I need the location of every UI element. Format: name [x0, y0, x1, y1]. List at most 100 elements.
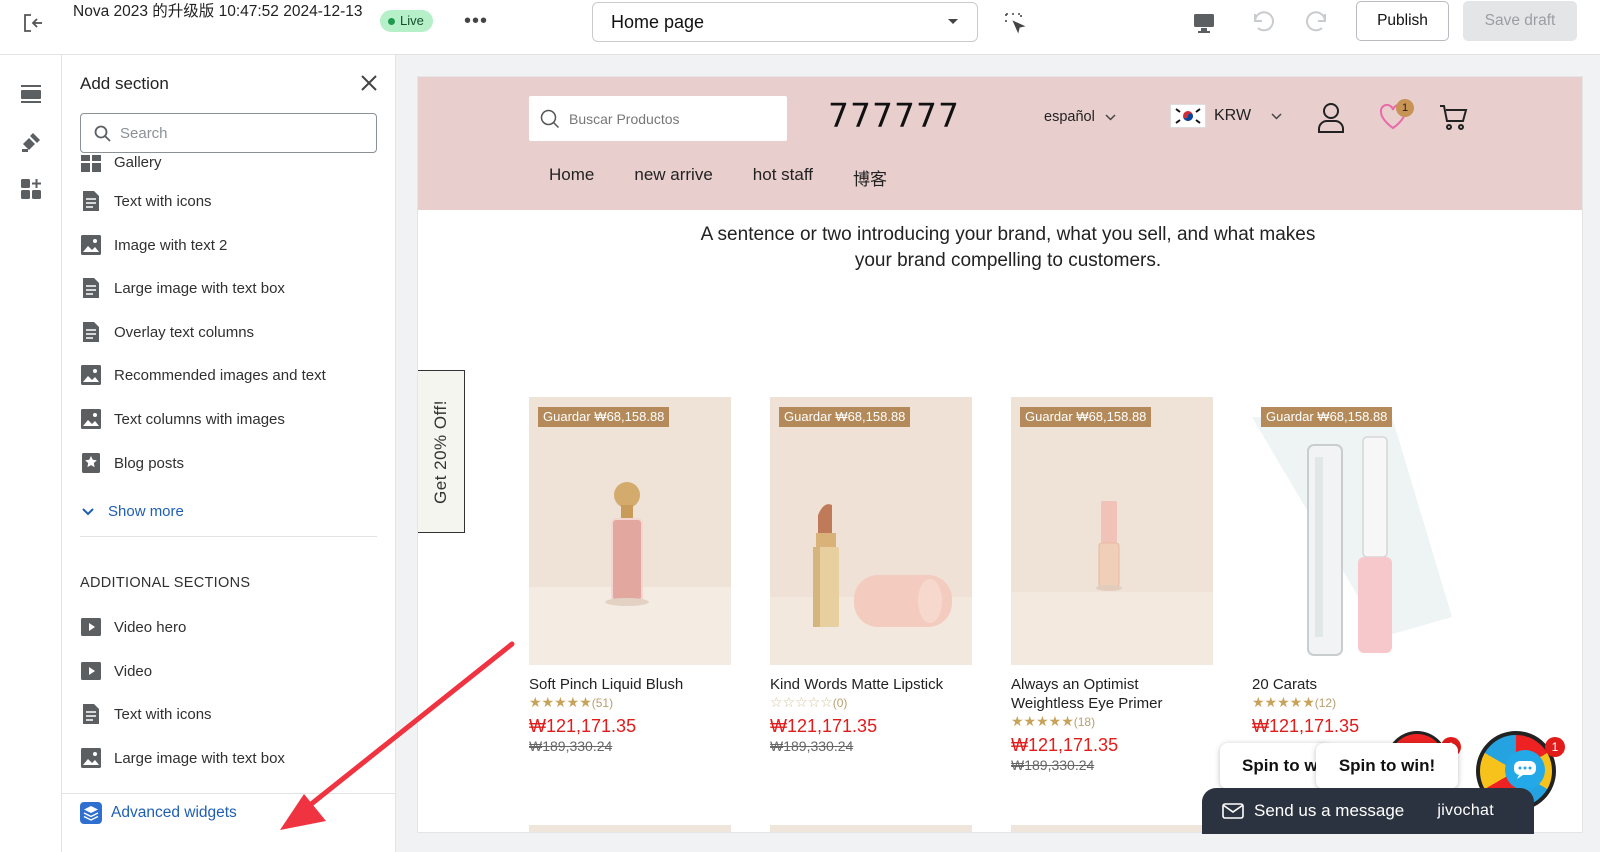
show-more-link[interactable]: Show more [82, 503, 184, 520]
section-item-video[interactable]: Video [80, 656, 152, 686]
product-image[interactable]: Guardar ₩68,158.88 [770, 397, 972, 665]
product-compare-price: ₩189,330.24 [770, 738, 854, 754]
section-item-overlay-text-columns[interactable]: Overlay text columns [80, 317, 254, 347]
eye-primer-illustration [1011, 397, 1213, 665]
spin-to-win-button[interactable]: Spin to win! [1316, 743, 1458, 789]
nav-home[interactable]: Home [549, 165, 594, 190]
section-item-text-columns-with-images[interactable]: Text columns with images [80, 404, 285, 434]
product-card[interactable]: Guardar ₩68,158.88 20 Carats ★★★★★(12) ₩… [1252, 397, 1454, 737]
store-search-input[interactable]: Buscar Productos [529, 96, 787, 141]
chevron-down-icon [1271, 112, 1282, 120]
product-compare-price: ₩189,330.24 [529, 738, 613, 754]
close-icon[interactable] [358, 72, 380, 94]
nav-new-arrive[interactable]: new arrive [634, 165, 712, 190]
section-item-label: Recommended images and text [114, 366, 326, 384]
section-item-blog-posts[interactable]: Blog posts [80, 448, 184, 478]
product-card[interactable]: Guardar ₩68,158.88 Soft Pinch Liquid Blu… [529, 397, 731, 756]
chat-widget-bar[interactable]: Send us a message jivochat [1202, 788, 1534, 834]
more-actions-button[interactable]: ••• [464, 10, 488, 33]
advanced-widgets-link[interactable]: Advanced widgets [80, 802, 237, 824]
document-icon [83, 191, 99, 211]
product-image[interactable]: Guardar ₩68,158.88 [1252, 397, 1454, 665]
discount-tag: Guardar ₩68,158.88 [538, 407, 670, 427]
image-icon [81, 409, 101, 429]
desktop-view-icon[interactable] [1192, 11, 1216, 35]
lipstick-illustration [770, 397, 972, 665]
apps-icon[interactable] [19, 177, 43, 201]
publish-button[interactable]: Publish [1356, 1, 1449, 41]
section-search-input[interactable]: Search [80, 113, 377, 153]
image-icon [81, 748, 101, 768]
product-name[interactable]: Soft Pinch Liquid Blush [529, 675, 731, 694]
advanced-widgets-bar: Advanced widgets [62, 793, 395, 852]
account-icon[interactable] [1316, 102, 1346, 134]
store-logo[interactable]: 777777 [828, 96, 960, 135]
chat-label: Send us a message [1254, 801, 1405, 820]
gallery-icon [81, 155, 101, 172]
product-compare-price: ₩189,330.24 [1011, 757, 1095, 773]
review-count: (51) [591, 696, 614, 710]
product-card[interactable]: Guardar ₩68,158.88 Always an Optimist We… [1011, 397, 1213, 775]
product-card[interactable]: Guardar ₩68,158.88 Kind Words Matte Lips… [770, 397, 972, 756]
panel-divider [80, 536, 377, 537]
page-select[interactable]: Home page [592, 2, 978, 42]
brand-intro-line: your brand compelling to customers. [854, 250, 1162, 271]
save-draft-button[interactable]: Save draft [1463, 1, 1577, 41]
editor-rail [0, 55, 62, 852]
live-label: Live [400, 13, 424, 28]
section-item-label: Video [114, 662, 153, 680]
chat-bubble-icon[interactable] [1505, 750, 1545, 790]
nav-hot-staff[interactable]: hot staff [753, 165, 813, 190]
redo-icon[interactable] [1304, 9, 1330, 35]
promo-tab[interactable]: Get 20% Off! [418, 370, 465, 533]
section-item-text-with-icons[interactable]: Text with icons [80, 186, 212, 216]
nav-blog[interactable]: 博客 [853, 165, 887, 190]
product-card-next-row [529, 825, 731, 832]
store-header: Buscar Productos 777777 español KRW 1 Ho… [418, 77, 1582, 210]
section-item-label: Text with icons [114, 705, 212, 723]
star-icons: ★★★★★ [1011, 713, 1074, 729]
search-icon [540, 109, 560, 128]
korea-flag-icon [1170, 104, 1206, 128]
product-name[interactable]: 20 Carats [1252, 675, 1454, 694]
wishlist-count-badge: 1 [1396, 99, 1414, 117]
rating-stars: ★★★★★(12) [1252, 694, 1454, 712]
live-badge: Live [380, 10, 433, 32]
language-select[interactable]: español [1044, 109, 1116, 125]
store-preview: Buscar Productos 777777 español KRW 1 Ho… [418, 77, 1582, 832]
section-item-text-with-icons[interactable]: Text with icons [80, 699, 212, 729]
section-item-label: Blog posts [114, 454, 185, 472]
product-image[interactable]: Guardar ₩68,158.88 [529, 397, 731, 665]
chat-brand: jivochat [1437, 802, 1494, 819]
review-count: (18) [1073, 715, 1096, 729]
star-icons: ★★★★★ [1252, 694, 1315, 710]
section-item-label: Text columns with images [114, 410, 285, 428]
section-item-large-image-with-text-box[interactable]: Large image with text box [80, 273, 285, 303]
inspect-select-icon[interactable] [1004, 12, 1026, 34]
store-nav: Home new arrive hot staff 博客 [549, 165, 887, 190]
product-name[interactable]: Always an Optimist Weightless Eye Primer [1011, 675, 1213, 713]
blush-bottle-illustration [529, 397, 731, 665]
product-name[interactable]: Kind Words Matte Lipstick [770, 675, 972, 694]
undo-icon[interactable] [1250, 9, 1276, 35]
product-card-next-row [770, 825, 972, 832]
search-placeholder: Search [120, 124, 168, 142]
product-price: ₩121,171.35 [1011, 735, 1119, 755]
section-item-video-hero[interactable]: Video hero [80, 612, 186, 642]
theme-settings-icon[interactable] [19, 130, 43, 154]
review-count: (0) [832, 696, 848, 710]
currency-select[interactable]: KRW [1170, 104, 1282, 128]
rating-stars: ★★★★★(18) [1011, 713, 1213, 731]
layers-icon [80, 802, 102, 824]
sections-icon[interactable] [19, 82, 43, 106]
product-image[interactable]: Guardar ₩68,158.88 [1011, 397, 1213, 665]
section-item-large-image-with-text-box[interactable]: Large image with text box [80, 743, 285, 773]
live-dot-icon [388, 17, 395, 25]
cart-icon[interactable] [1438, 102, 1468, 132]
spin-to-win-button[interactable]: Spin to wi [1220, 743, 1330, 789]
section-item-image-with-text-2[interactable]: Image with text 2 [80, 230, 227, 260]
section-item-label: Image with text 2 [114, 236, 228, 254]
panel-title: Add section [80, 74, 169, 93]
exit-icon[interactable] [20, 10, 46, 36]
section-item-recommended-images-and-text[interactable]: Recommended images and text [80, 360, 326, 390]
